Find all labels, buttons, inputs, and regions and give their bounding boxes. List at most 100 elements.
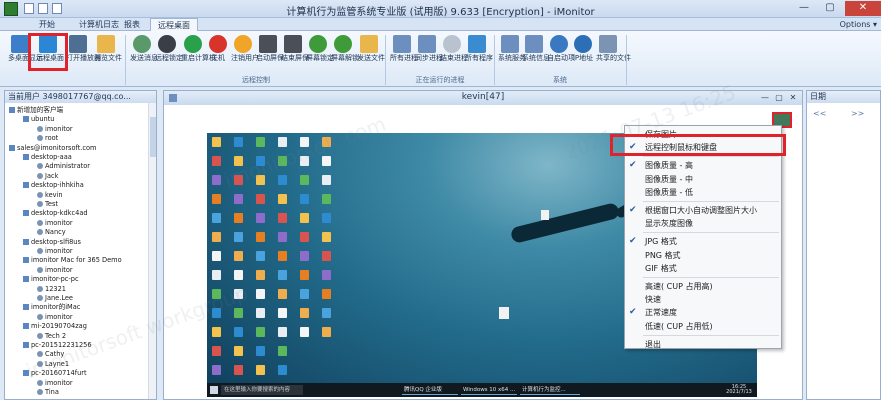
- viewer-close-button[interactable]: ✕: [786, 92, 800, 103]
- context-menu-item[interactable]: 高速( CUP 占用高): [625, 280, 781, 293]
- user-tree-header[interactable]: 当前用户 3498017767@qq.co...: [5, 91, 156, 103]
- tree-scrollbar[interactable]: [148, 103, 156, 399]
- desktop-app-icon[interactable]: [278, 270, 287, 280]
- desktop-app-icon[interactable]: [322, 175, 331, 185]
- desktop-app-icon[interactable]: [278, 308, 287, 318]
- desktop-app-icon[interactable]: [234, 308, 243, 318]
- context-menu-item[interactable]: PNG 格式: [625, 249, 781, 262]
- start-screensaver-button[interactable]: 启动屏保: [256, 35, 284, 62]
- desktop-app-icon[interactable]: [256, 232, 265, 242]
- desktop-app-icon[interactable]: [322, 289, 331, 299]
- taskbar-app-qq[interactable]: 腾讯QQ 企业版: [402, 385, 458, 395]
- context-menu-item[interactable]: 显示灰度图像: [625, 217, 781, 230]
- open-player-button[interactable]: 打开播放器: [66, 35, 101, 62]
- remote-lock-button[interactable]: 远程锁定: [155, 35, 183, 62]
- desktop-app-icon[interactable]: [212, 194, 221, 204]
- desktop-app-icon[interactable]: [256, 213, 265, 223]
- desktop-app-icon[interactable]: [278, 232, 287, 242]
- desktop-app-icon[interactable]: [278, 194, 287, 204]
- sync-processes-button[interactable]: 同步进程: [415, 35, 443, 62]
- desktop-app-icon[interactable]: [234, 346, 243, 356]
- desktop-app-icon[interactable]: [322, 308, 331, 318]
- desktop-app-icon[interactable]: [300, 232, 309, 242]
- tree-user-item[interactable]: Tina: [37, 387, 59, 398]
- desktop-app-icon[interactable]: [256, 365, 265, 375]
- options-menu[interactable]: Options ▾: [840, 18, 877, 31]
- screen-unlock-button[interactable]: 屏幕解锁: [331, 35, 359, 62]
- send-message-button[interactable]: 发送消息: [130, 35, 158, 62]
- startup-items-button[interactable]: 自启动项: [547, 35, 575, 62]
- desktop-app-icon[interactable]: [256, 270, 265, 280]
- desktop-app-icon[interactable]: [212, 251, 221, 261]
- windows-start-icon[interactable]: [210, 386, 218, 394]
- taskbar-app-monitor[interactable]: 计算机行为监控...: [520, 385, 580, 395]
- desktop-app-icon[interactable]: [322, 213, 331, 223]
- desktop-app-icon[interactable]: [300, 194, 309, 204]
- desktop-app-icon[interactable]: [300, 308, 309, 318]
- all-processes-button[interactable]: 所有进程: [390, 35, 418, 62]
- desktop-app-icon[interactable]: [322, 194, 331, 204]
- desktop-app-icon[interactable]: [212, 213, 221, 223]
- logout-user-button[interactable]: 注销用户: [231, 35, 259, 62]
- context-menu-item[interactable]: GIF 格式: [625, 262, 781, 275]
- shared-files-button[interactable]: 共享的文件: [596, 35, 631, 62]
- desktop-app-icon[interactable]: [278, 289, 287, 299]
- tab-start[interactable]: 开始: [32, 18, 62, 31]
- date-next-button[interactable]: >>: [851, 109, 864, 118]
- desktop-app-icon[interactable]: [278, 213, 287, 223]
- context-menu-item[interactable]: ✔ 图像质量 - 高: [625, 159, 781, 172]
- context-menu-item[interactable]: 快速: [625, 293, 781, 306]
- desktop-file-icon[interactable]: [499, 307, 509, 319]
- desktop-app-icon[interactable]: [278, 175, 287, 185]
- desktop-app-icon[interactable]: [234, 213, 243, 223]
- all-programs-button[interactable]: 所有程序: [465, 35, 493, 62]
- desktop-app-icon[interactable]: [278, 346, 287, 356]
- desktop-app-icon[interactable]: [212, 270, 221, 280]
- tree-scrollbar-thumb[interactable]: [150, 117, 156, 157]
- close-button[interactable]: ✕: [845, 1, 881, 16]
- desktop-app-icon[interactable]: [212, 156, 221, 166]
- date-prev-button[interactable]: <<: [813, 109, 826, 118]
- desktop-app-icon[interactable]: [212, 175, 221, 185]
- ip-address-button[interactable]: IP地址: [571, 35, 595, 62]
- desktop-file-icon[interactable]: [541, 210, 549, 220]
- stop-screensaver-button[interactable]: 结束屏保: [281, 35, 309, 62]
- desktop-app-icon[interactable]: [322, 270, 331, 280]
- tab-reports[interactable]: 报表: [117, 18, 147, 31]
- desktop-app-icon[interactable]: [256, 346, 265, 356]
- restart-computer-button[interactable]: 重启计算机: [181, 35, 216, 62]
- desktop-app-icon[interactable]: [256, 137, 265, 147]
- desktop-app-icon[interactable]: [300, 327, 309, 337]
- desktop-app-icon[interactable]: [256, 308, 265, 318]
- desktop-app-icon[interactable]: [300, 270, 309, 280]
- desktop-app-icon[interactable]: [278, 327, 287, 337]
- desktop-app-icon[interactable]: [234, 365, 243, 375]
- tab-remote-desktop[interactable]: 远程桌面: [150, 18, 198, 31]
- context-menu-item[interactable]: 低速( CUP 占用低): [625, 320, 781, 333]
- desktop-app-icon[interactable]: [278, 251, 287, 261]
- desktop-app-icon[interactable]: [212, 365, 221, 375]
- desktop-app-icon[interactable]: [256, 289, 265, 299]
- context-menu-item[interactable]: 图像质量 - 中: [625, 173, 781, 186]
- context-menu-item[interactable]: ✔ 根据窗口大小自动调整图片大小: [625, 204, 781, 217]
- shutdown-button[interactable]: 关机: [206, 35, 230, 62]
- desktop-app-icon[interactable]: [234, 137, 243, 147]
- desktop-app-icon[interactable]: [212, 232, 221, 242]
- desktop-app-icon[interactable]: [322, 327, 331, 337]
- desktop-app-icon[interactable]: [256, 327, 265, 337]
- desktop-app-icon[interactable]: [322, 232, 331, 242]
- browse-files-button[interactable]: 浏览文件: [94, 35, 122, 62]
- desktop-app-icon[interactable]: [322, 251, 331, 261]
- desktop-app-icon[interactable]: [212, 137, 221, 147]
- system-info-button[interactable]: 系统信息: [522, 35, 550, 62]
- desktop-app-icon[interactable]: [256, 251, 265, 261]
- maximize-button[interactable]: ▢: [817, 1, 843, 16]
- desktop-app-icon[interactable]: [212, 346, 221, 356]
- taskbar-search-box[interactable]: 在这里输入你要搜索的内容: [221, 385, 303, 395]
- desktop-app-icon[interactable]: [300, 289, 309, 299]
- system-services-button[interactable]: 系统服务: [498, 35, 526, 62]
- context-menu-item[interactable]: ✔ 正常速度: [625, 306, 781, 319]
- context-menu-item[interactable]: 退出: [625, 338, 781, 351]
- desktop-app-icon[interactable]: [300, 251, 309, 261]
- desktop-app-icon[interactable]: [234, 251, 243, 261]
